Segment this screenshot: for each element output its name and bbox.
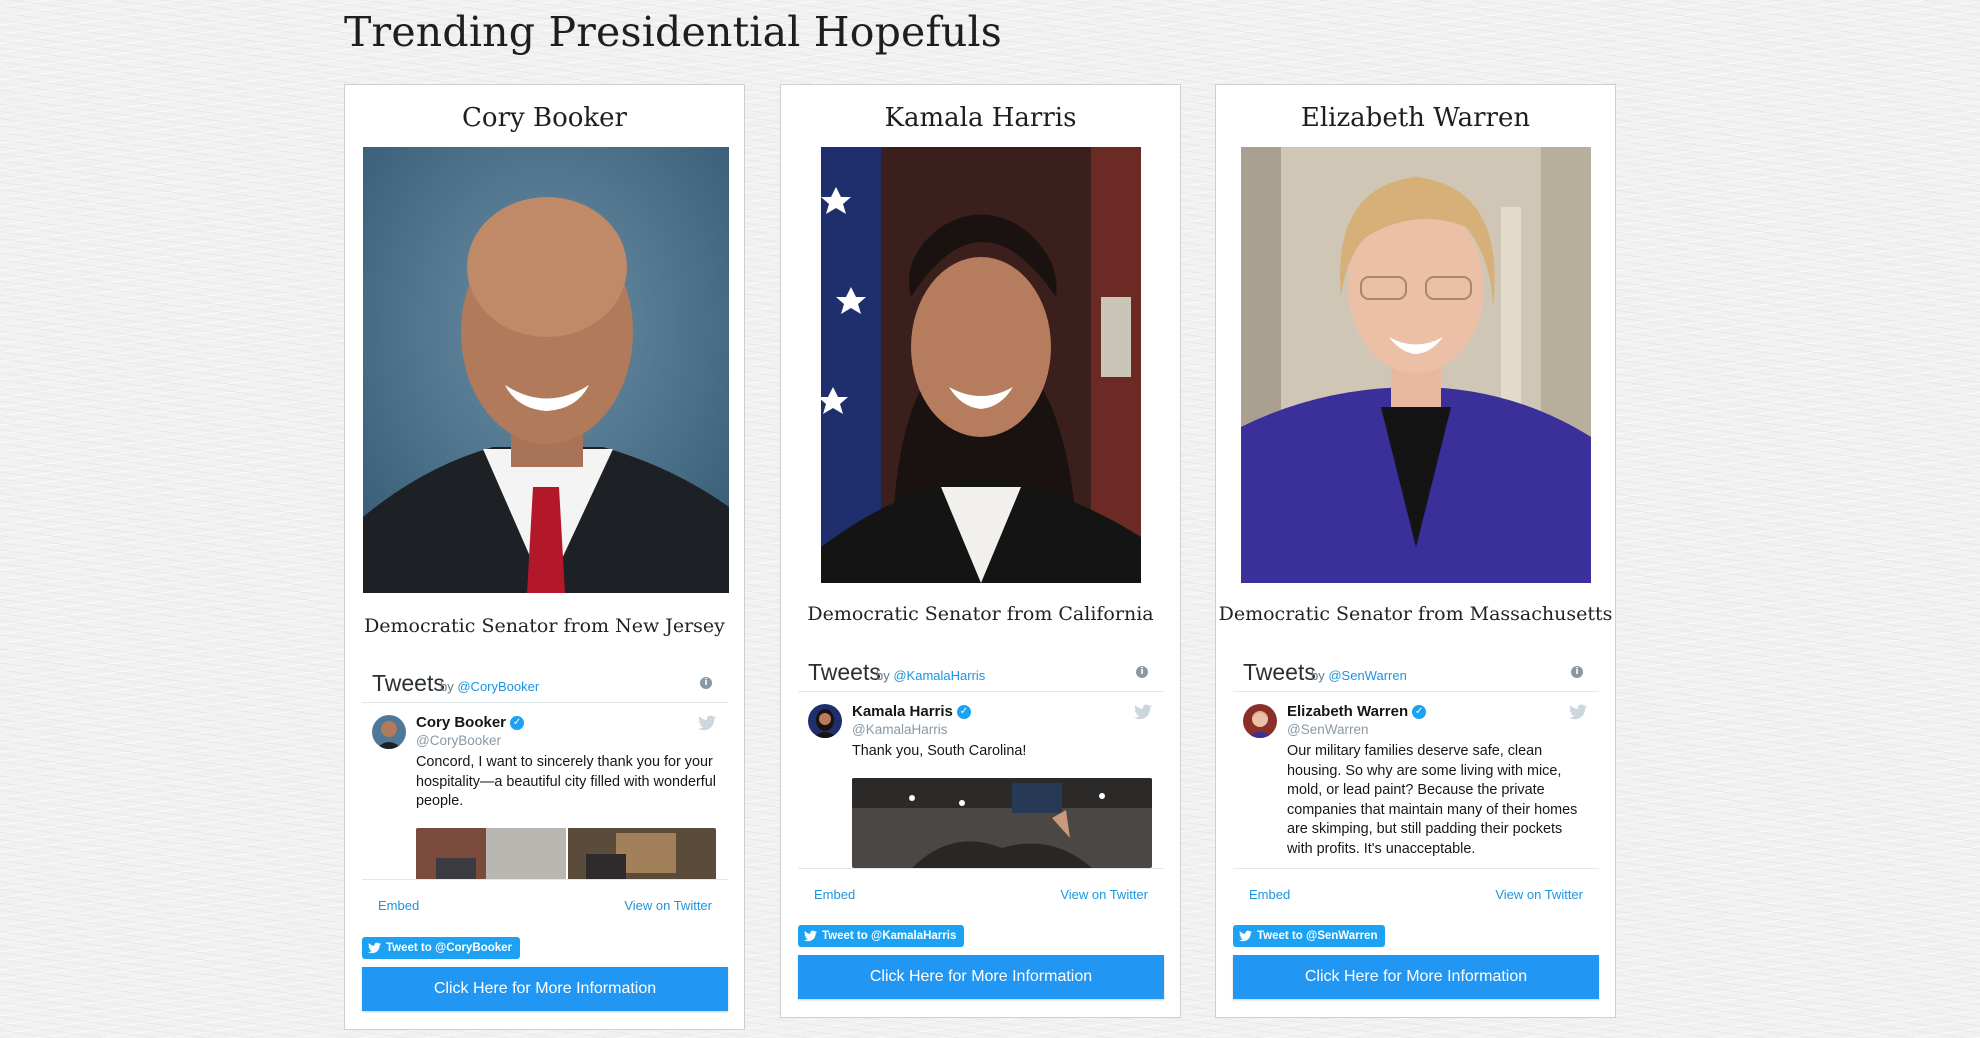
page-title: Trending Presidential Hopefuls	[344, 8, 1003, 56]
timeline-footer: Embed View on Twitter	[1233, 869, 1599, 913]
more-info-button[interactable]: Click Here for More Information	[1233, 955, 1599, 999]
twitter-bird-icon[interactable]	[698, 715, 716, 731]
timeline-header: Tweets by @SenWarren i	[1233, 651, 1599, 692]
tweet-to-label: Tweet to @CoryBooker	[386, 942, 513, 954]
candidate-name: Kamala Harris	[884, 103, 1077, 133]
tweet-item[interactable]: Cory Booker ✓ @CoryBooker Concord, I want…	[362, 703, 728, 880]
embed-link[interactable]: Embed	[814, 887, 855, 902]
tweet-to-label: Tweet to @KamalaHarris	[822, 930, 957, 942]
tweet-handle[interactable]: @CoryBooker	[416, 733, 501, 748]
tweet-avatar[interactable]	[372, 715, 406, 749]
tweet-to-button[interactable]: Tweet to @KamalaHarris	[798, 925, 965, 947]
tweet-author-name: Cory Booker	[416, 714, 507, 731]
candidate-photo	[1241, 147, 1591, 583]
twitter-bird-icon	[804, 930, 817, 942]
view-on-twitter-link[interactable]: View on Twitter	[624, 898, 712, 913]
candidate-photo	[821, 147, 1141, 583]
view-on-twitter-link[interactable]: View on Twitter	[1495, 887, 1583, 902]
timeline-footer: Embed View on Twitter	[798, 869, 1164, 913]
tweet-to-button[interactable]: Tweet to @SenWarren	[1233, 925, 1386, 947]
timeline-handle-link[interactable]: @SenWarren	[1328, 668, 1406, 683]
embed-link[interactable]: Embed	[1249, 887, 1290, 902]
timeline-header: Tweets by @CoryBooker i	[362, 662, 728, 703]
timeline-handle-link[interactable]: @CoryBooker	[457, 679, 539, 694]
twitter-timeline[interactable]: Tweets by @CoryBooker i Cory Booker ✓ @Co…	[362, 662, 728, 928]
candidate-card-booker: Cory Booker Democratic Senator from New …	[344, 84, 745, 1030]
twitter-timeline[interactable]: Tweets by @SenWarren i Elizabeth Warren ✓…	[1233, 651, 1599, 917]
twitter-bird-icon[interactable]	[1134, 704, 1152, 720]
tweet-author-name: Elizabeth Warren	[1287, 703, 1409, 720]
info-icon[interactable]: i	[700, 677, 712, 689]
tweet-media[interactable]	[416, 828, 716, 879]
verified-icon: ✓	[956, 705, 971, 720]
candidate-subtitle: Democratic Senator from Massachusetts	[1218, 603, 1613, 625]
candidate-name: Cory Booker	[462, 103, 627, 133]
timeline-title: Tweets	[808, 659, 881, 685]
timeline-title: Tweets	[1243, 659, 1316, 685]
tweet-author[interactable]: Cory Booker ✓	[416, 714, 525, 731]
embed-link[interactable]: Embed	[378, 898, 419, 913]
tweet-avatar[interactable]	[1243, 704, 1277, 738]
twitter-timeline[interactable]: Tweets by @KamalaHarris i Kamala Harris ✓…	[798, 651, 1164, 917]
timeline-by: by @SenWarren	[1311, 668, 1407, 683]
timeline-handle-link[interactable]: @KamalaHarris	[893, 668, 985, 683]
info-icon[interactable]: i	[1571, 666, 1583, 678]
twitter-bird-icon	[368, 942, 381, 954]
tweet-item[interactable]: Kamala Harris ✓ @KamalaHarris Thank you, …	[798, 692, 1164, 869]
info-icon[interactable]: i	[1136, 666, 1148, 678]
tweet-avatar[interactable]	[808, 704, 842, 738]
tweet-text: Thank you, South Carolina!	[852, 743, 1027, 759]
twitter-bird-icon[interactable]	[1569, 704, 1587, 720]
verified-icon: ✓	[1412, 705, 1427, 720]
timeline-footer: Embed View on Twitter	[362, 880, 728, 924]
tweet-author-name: Kamala Harris	[852, 703, 953, 720]
candidate-subtitle: Democratic Senator from California	[807, 603, 1154, 625]
twitter-bird-icon	[1239, 930, 1252, 942]
tweet-author[interactable]: Kamala Harris ✓	[852, 703, 971, 720]
tweet-text: Our military families deserve safe, clea…	[1287, 743, 1578, 857]
timeline-by-label: by	[440, 679, 454, 694]
view-on-twitter-link[interactable]: View on Twitter	[1060, 887, 1148, 902]
tweet-author[interactable]: Elizabeth Warren ✓	[1287, 703, 1427, 720]
tweet-to-label: Tweet to @SenWarren	[1257, 930, 1378, 942]
timeline-by: by @KamalaHarris	[876, 668, 985, 683]
timeline-header: Tweets by @KamalaHarris i	[798, 651, 1164, 692]
timeline-by-label: by	[1311, 668, 1325, 683]
tweet-media[interactable]	[852, 778, 1152, 868]
tweet-text: Concord, I want to sincerely thank you f…	[416, 754, 716, 809]
candidate-card-warren: Elizabeth Warren Democratic Senator from…	[1215, 84, 1616, 1018]
timeline-by: by @CoryBooker	[440, 679, 539, 694]
tweet-item[interactable]: Elizabeth Warren ✓ @SenWarren Our militar…	[1233, 692, 1599, 869]
candidate-name: Elizabeth Warren	[1300, 103, 1531, 133]
tweet-to-button[interactable]: Tweet to @CoryBooker	[362, 937, 521, 959]
verified-icon: ✓	[510, 716, 525, 731]
tweet-handle[interactable]: @KamalaHarris	[852, 722, 947, 737]
candidate-subtitle: Democratic Senator from New Jersey	[364, 615, 725, 637]
timeline-by-label: by	[876, 668, 890, 683]
timeline-title: Tweets	[372, 670, 445, 696]
candidate-photo	[363, 147, 729, 593]
more-info-button[interactable]: Click Here for More Information	[362, 967, 728, 1011]
candidate-card-harris: Kamala Harris Democratic Senator from Ca…	[780, 84, 1181, 1018]
more-info-button[interactable]: Click Here for More Information	[798, 955, 1164, 999]
tweet-handle[interactable]: @SenWarren	[1287, 722, 1368, 737]
